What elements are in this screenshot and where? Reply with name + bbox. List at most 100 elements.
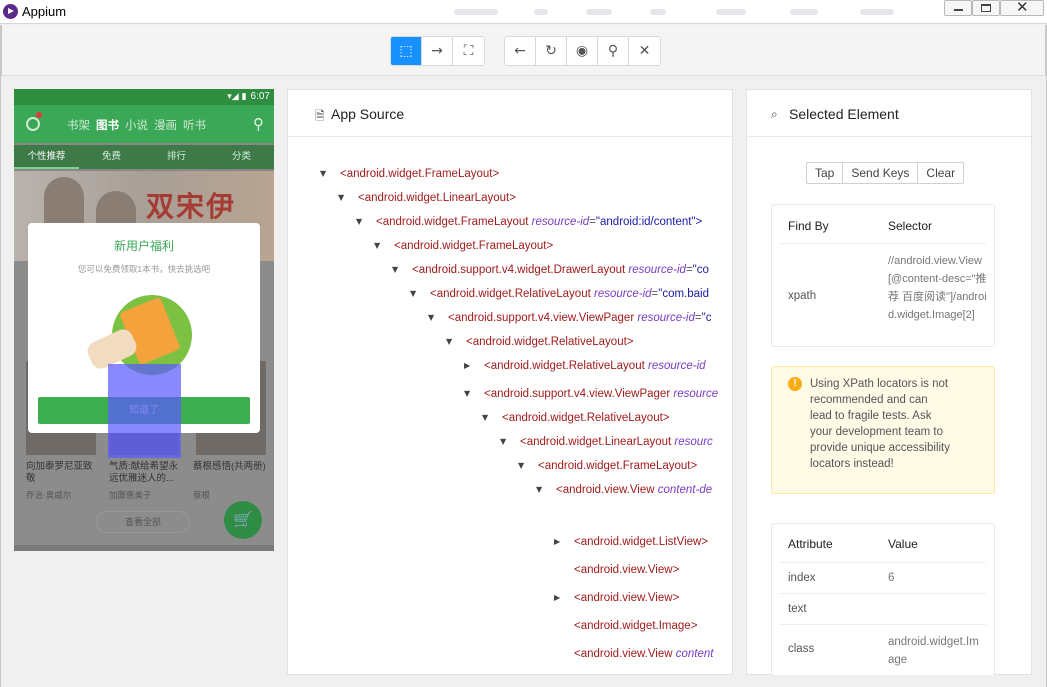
expand-toggle-icon[interactable]: ▼ <box>410 282 416 306</box>
arrow-right-icon: → <box>431 43 443 59</box>
record-button[interactable]: ◉ <box>567 37 598 65</box>
node-tag-name: android.view.View <box>562 484 655 496</box>
node-tag-open: < <box>412 264 419 276</box>
selected-element-highlight[interactable] <box>108 364 181 458</box>
table-divider <box>780 593 986 594</box>
expand-toggle-icon[interactable]: ▼ <box>374 234 380 258</box>
expand-toggle-icon[interactable]: ▼ <box>482 406 488 430</box>
expand-toggle-icon[interactable]: ▼ <box>428 306 434 330</box>
warning-icon: ! <box>788 377 802 391</box>
shopping-cart-icon[interactable]: 🛒 <box>224 501 262 539</box>
source-tree-node[interactable]: ▶ <android.view.View> <box>554 586 679 610</box>
expand-toggle-icon[interactable]: ▼ <box>518 454 524 478</box>
source-tree-node[interactable]: ▼ <android.support.v4.view.ViewPager reso… <box>464 382 718 406</box>
mode-button-group: ⬚ → ⛶ <box>390 36 485 66</box>
expand-toggle-icon[interactable]: ▼ <box>320 162 326 186</box>
source-tree-node[interactable]: ▼ <android.widget.FrameLayout> <box>320 162 499 186</box>
node-tag-open: < <box>358 192 365 204</box>
app-nav-item[interactable]: 图书 <box>96 117 119 133</box>
send-keys-button[interactable]: Send Keys <box>843 163 919 183</box>
user-icon[interactable] <box>26 117 40 131</box>
table-divider <box>780 624 986 625</box>
source-tree-node[interactable]: ▼ <android.widget.LinearLayout resourc <box>500 430 713 454</box>
node-attr-name: resource-id <box>637 312 695 324</box>
source-tree-node[interactable]: ▼ <android.view.View content-de <box>536 478 712 502</box>
expand-toggle-icon[interactable]: ▼ <box>338 186 344 210</box>
source-tree-node[interactable]: <android.view.View content <box>574 642 714 666</box>
swipe-by-coordinates-button[interactable]: → <box>422 37 453 65</box>
device-screenshot[interactable]: ▾◢ ▮ 6:07 书架 图书 小说 漫画 听书 ⚲ 个性推荐 免费 排行 分类 … <box>14 89 274 551</box>
source-tree-node[interactable]: <android.view.View content <box>574 670 714 675</box>
refresh-button[interactable]: ↻ <box>536 37 567 65</box>
warning-text: Using XPath locators is not recommended … <box>810 378 950 470</box>
attributes-table: Attribute Value index 6 text class andro… <box>771 523 995 675</box>
expand-toggle-icon[interactable]: ▶ <box>554 586 560 610</box>
tag-icon: ⌕ <box>771 107 778 121</box>
node-tag-open: < <box>448 312 455 324</box>
signal-battery-icon: ▾◢ ▮ <box>227 92 247 102</box>
search-button[interactable]: ⚲ <box>598 37 629 65</box>
expand-toggle-icon[interactable]: ▼ <box>500 430 506 454</box>
expand-toggle-icon[interactable]: ▼ <box>446 330 452 354</box>
back-button[interactable]: ← <box>505 37 536 65</box>
app-nav-item[interactable]: 书架 <box>67 117 90 133</box>
source-tree-node[interactable]: ▼ <android.widget.FrameLayout> <box>518 454 697 478</box>
quit-session-button[interactable]: ✕ <box>629 37 660 65</box>
node-tag-open: < <box>520 436 527 448</box>
node-tag-name: android.widget.LinearLayout <box>526 436 672 448</box>
xpath-selector-value[interactable]: //android.view.View[@content-desc="推荐 百度… <box>888 252 992 324</box>
app-source-title: App Source <box>331 106 405 122</box>
node-tag-open: < <box>484 388 491 400</box>
app-tab[interactable]: 个性推荐 <box>14 145 79 169</box>
app-tab[interactable]: 免费 <box>79 145 144 169</box>
node-tag-open: < <box>556 484 563 496</box>
find-by-header: Find By <box>788 219 829 233</box>
source-tree-node[interactable]: ▶ <android.widget.RelativeLayout resource… <box>464 354 706 378</box>
expand-toggle-icon[interactable]: ▼ <box>356 210 362 234</box>
node-tag-open: < <box>538 460 545 472</box>
source-tree-node[interactable]: <android.widget.Image> <box>574 614 697 638</box>
source-tree-node[interactable]: ▼ <android.widget.RelativeLayout> <box>446 330 634 354</box>
minimize-button[interactable] <box>944 0 972 16</box>
notification-dot <box>36 112 42 118</box>
appium-logo-icon <box>3 4 18 19</box>
expand-toggle-icon[interactable]: ▼ <box>392 258 398 282</box>
source-tree-node[interactable]: ▼ <android.widget.FrameLayout> <box>374 234 553 258</box>
attribute-name: class <box>788 643 815 655</box>
view-all-button[interactable]: 查看全部 <box>96 511 190 533</box>
node-tag-open: < <box>430 288 437 300</box>
select-elements-button[interactable]: ⬚ <box>391 37 422 65</box>
source-tree-node[interactable]: ▼ <android.support.v4.widget.DrawerLayout… <box>392 258 709 282</box>
node-tag-close: > <box>690 620 698 632</box>
source-tree-node[interactable]: <android.view.View> <box>574 558 679 582</box>
expand-toggle-icon[interactable]: ▼ <box>536 478 542 502</box>
node-tag-name: android.widget.FrameLayout <box>400 240 547 252</box>
source-tree-node[interactable]: ▼ <android.support.v4.view.ViewPager reso… <box>428 306 711 330</box>
close-window-button[interactable]: ✕ <box>1000 0 1044 16</box>
source-tree-node[interactable]: ▶ <android.widget.ListView> <box>554 530 708 554</box>
app-nav-item[interactable]: 漫画 <box>154 117 177 133</box>
app-tab[interactable]: 分类 <box>209 145 274 169</box>
app-tab[interactable]: 排行 <box>144 145 209 169</box>
app-nav-item[interactable]: 小说 <box>125 117 148 133</box>
clear-button[interactable]: Clear <box>918 163 963 183</box>
source-tree-node[interactable]: ▼ <android.widget.RelativeLayout resource… <box>410 282 709 306</box>
expand-toggle-icon[interactable]: ▶ <box>554 530 560 554</box>
titlebar-blur <box>534 9 548 15</box>
tap-by-coordinates-button[interactable]: ⛶ <box>453 37 484 65</box>
node-tag-name: android.widget.FrameLayout <box>382 216 529 228</box>
node-tag-close: > <box>509 192 516 204</box>
app-nav-item[interactable]: 听书 <box>183 117 206 133</box>
maximize-icon <box>981 4 991 12</box>
source-tree-node[interactable]: ▼ <android.widget.RelativeLayout> <box>482 406 670 430</box>
expand-toggle-icon[interactable]: ▼ <box>464 382 470 406</box>
tap-button[interactable]: Tap <box>807 163 844 183</box>
source-tree-node[interactable]: ▼ <android.widget.LinearLayout> <box>338 186 516 210</box>
find-by-strategy: xpath <box>788 290 817 302</box>
maximize-button[interactable] <box>972 0 1000 16</box>
source-tree-node[interactable]: ▼ <android.widget.FrameLayout resource-id… <box>356 210 702 234</box>
expand-toggle-icon[interactable]: ▶ <box>464 354 470 378</box>
search-icon[interactable]: ⚲ <box>253 115 264 133</box>
inspector-toolbar: ⬚ → ⛶ ← ↻ ◉ ⚲ ✕ <box>1 25 1046 76</box>
node-tag-open: < <box>394 240 401 252</box>
